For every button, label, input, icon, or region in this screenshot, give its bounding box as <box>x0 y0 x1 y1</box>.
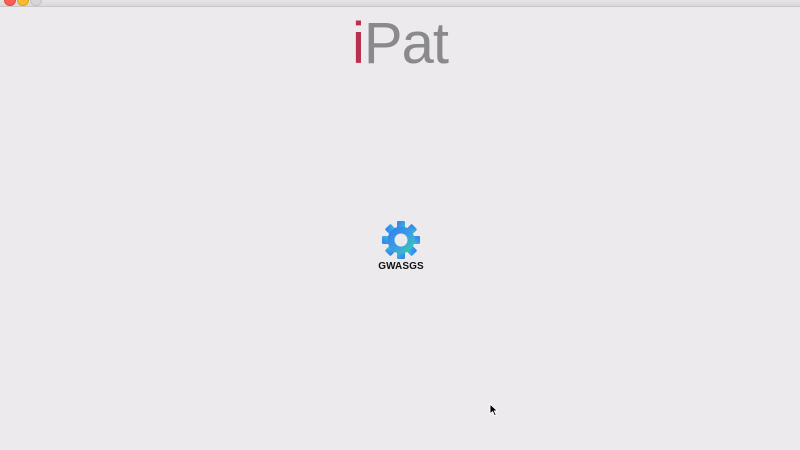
logo-text: Pat <box>363 11 449 76</box>
gwasgs-app-button[interactable]: GWASGS <box>375 220 427 272</box>
ipat-logo: iPat <box>352 11 449 76</box>
title-bar[interactable] <box>0 0 800 7</box>
zoom-window-button[interactable] <box>30 0 42 6</box>
app-label: GWASGS <box>378 261 424 272</box>
gear-icon <box>382 221 420 259</box>
mouse-pointer-icon <box>489 403 499 417</box>
app-window: iPat GWASGS <box>0 0 800 450</box>
close-window-button[interactable] <box>4 0 16 6</box>
minimize-window-button[interactable] <box>17 0 29 6</box>
logo-letter-i: i <box>352 11 365 76</box>
